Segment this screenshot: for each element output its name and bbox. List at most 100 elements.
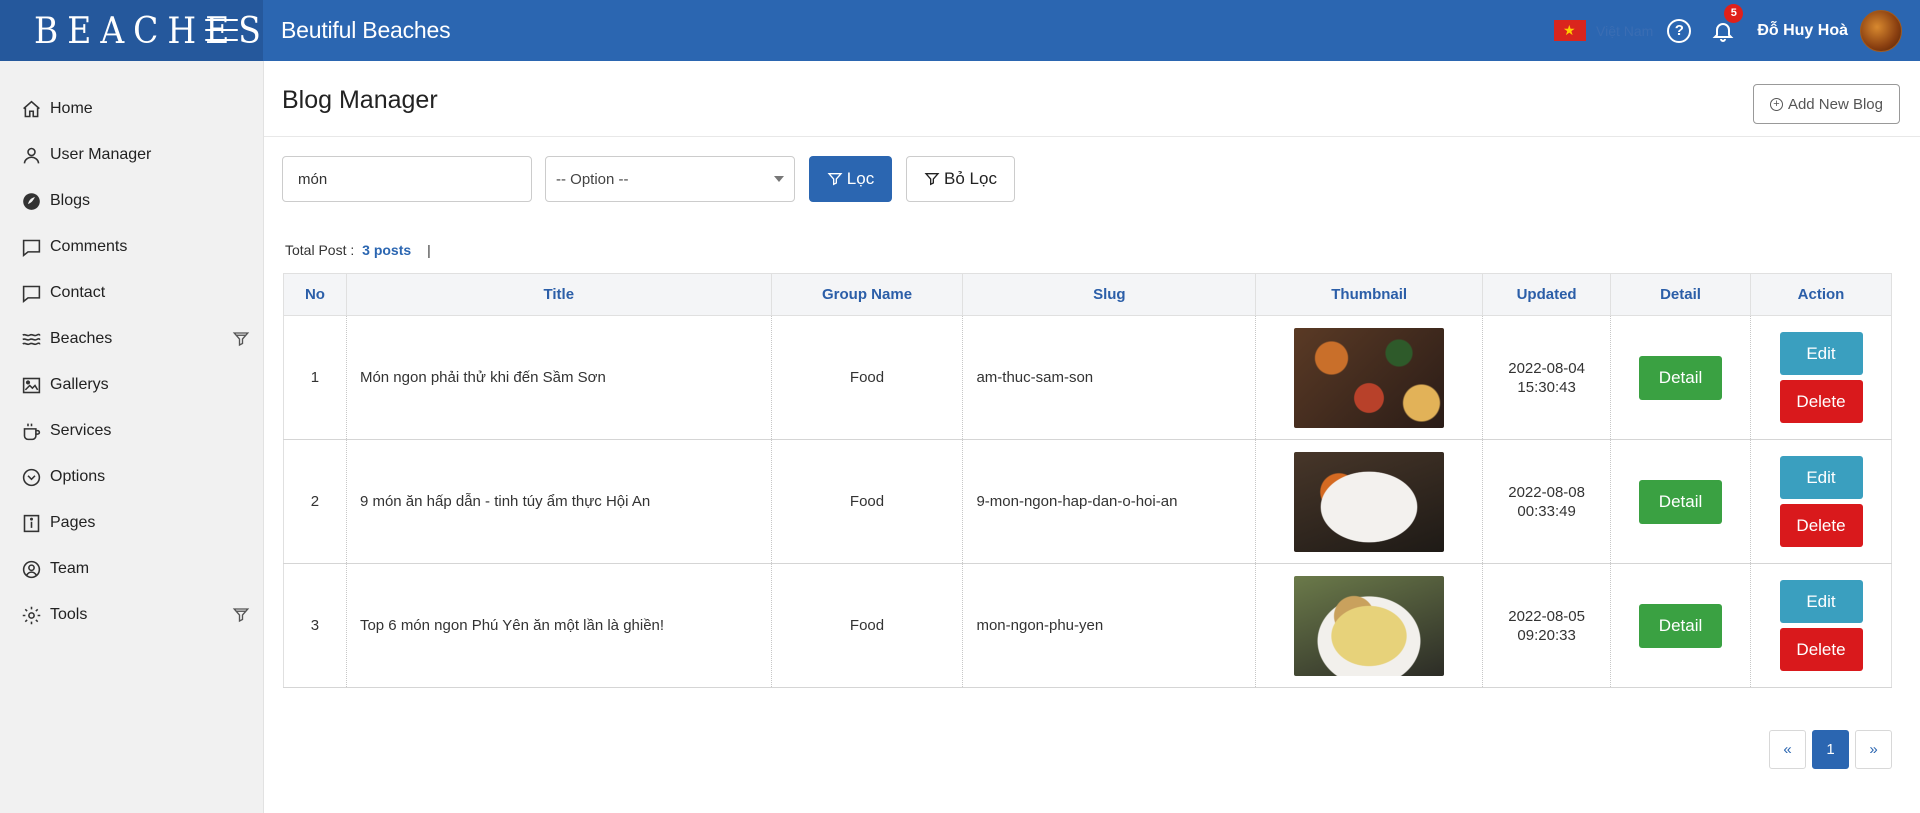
updated-time: 09:20:33 xyxy=(1517,626,1576,644)
clear-filter-button[interactable]: Bỏ Lọc xyxy=(906,156,1015,202)
sidebar-item-label: Options xyxy=(50,468,106,485)
add-new-blog-button[interactable]: + Add New Blog xyxy=(1752,84,1900,124)
top-navbar: BEACHES Beutiful Beaches Việt Nam ? 5 Đỗ… xyxy=(0,0,1920,61)
row-group: Food xyxy=(771,315,964,440)
filter-button[interactable]: Lọc xyxy=(809,156,892,202)
thumbnail-image xyxy=(1294,575,1445,676)
column-header[interactable]: Action xyxy=(1750,273,1892,316)
sidebar-item-tools[interactable]: Tools xyxy=(0,592,263,638)
sidebar-item-label: Services xyxy=(50,422,112,439)
option-select[interactable]: -- Option -- xyxy=(545,156,795,202)
topbar-right: Việt Nam ? 5 Đỗ Huy Hoà xyxy=(1554,0,1920,61)
thumbnail-image xyxy=(1294,327,1445,428)
comment-icon xyxy=(20,236,42,258)
row-title: 9 món ăn hấp dẫn - tinh túy ẩm thực Hội … xyxy=(346,439,772,564)
detail-button[interactable]: Detail xyxy=(1639,355,1723,400)
sidebar-item-pages[interactable]: Pages xyxy=(0,500,263,546)
sidebar-item-contact[interactable]: Contact xyxy=(0,270,263,316)
gear-icon xyxy=(20,604,42,626)
option-select-value: -- Option -- xyxy=(556,170,629,188)
menu-toggle-icon[interactable] xyxy=(205,19,238,41)
search-input[interactable] xyxy=(282,156,532,202)
thumbnail-image xyxy=(1294,451,1445,552)
sidebar-item-label: Comments xyxy=(50,238,128,255)
sidebar-item-blogs[interactable]: Blogs xyxy=(0,178,263,224)
column-header[interactable]: Title xyxy=(345,273,772,316)
delete-button[interactable]: Delete xyxy=(1779,628,1863,671)
sidebar-item-label: Beaches xyxy=(50,330,113,347)
filter-button-label: Lọc xyxy=(846,169,875,188)
image-icon xyxy=(20,374,42,396)
table-header-row: No Title Group Name Slug Thumbnail Updat… xyxy=(283,273,1892,316)
filter-icon xyxy=(827,173,843,186)
sidebar-item-team[interactable]: Team xyxy=(0,546,263,592)
sidebar-item-comments[interactable]: Comments xyxy=(0,224,263,270)
contact-icon xyxy=(20,282,42,304)
user-name[interactable]: Đỗ Huy Hoà xyxy=(1757,22,1848,40)
updated-date: 2022-08-05 xyxy=(1508,607,1585,625)
sidebar-item-gallerys[interactable]: Gallerys xyxy=(0,362,263,408)
sidebar-item-options[interactable]: Options xyxy=(0,454,263,500)
sidebar-item-services[interactable]: Services xyxy=(0,408,263,454)
edit-button[interactable]: Edit xyxy=(1779,580,1863,623)
row-number: 1 xyxy=(283,315,347,440)
home-icon xyxy=(20,98,42,120)
delete-button[interactable]: Delete xyxy=(1779,504,1863,547)
sidebar-item-label: Home xyxy=(50,100,93,117)
column-header[interactable]: Detail xyxy=(1610,273,1751,316)
pagination-page[interactable]: 1 xyxy=(1812,730,1849,769)
user-icon xyxy=(20,144,42,166)
sidebar-item-label: Team xyxy=(50,560,90,577)
total-label: Total Post : xyxy=(285,242,355,258)
table-row: 3 Top 6 món ngon Phú Yên ăn một lần là g… xyxy=(283,563,1892,688)
avatar[interactable] xyxy=(1860,9,1902,52)
row-group: Food xyxy=(771,563,964,688)
chevron-down-icon xyxy=(774,176,784,182)
app-title: Beutiful Beaches xyxy=(281,17,451,43)
main-content: Blog Manager + Add New Blog -- Option --… xyxy=(264,61,1920,813)
sidebar-item-user-manager[interactable]: User Manager xyxy=(0,132,263,178)
add-new-blog-label: Add New Blog xyxy=(1787,95,1883,113)
filter-bar: -- Option -- Lọc Bỏ Lọc xyxy=(282,156,1015,202)
edit-button[interactable]: Edit xyxy=(1779,332,1863,375)
blog-icon xyxy=(20,190,42,212)
sidebar-item-label: Tools xyxy=(50,606,88,623)
sidebar-item-home[interactable]: Home xyxy=(0,86,263,132)
sidebar-item-label: Contact xyxy=(50,284,106,301)
column-header[interactable]: No xyxy=(283,273,347,316)
row-slug: mon-ngon-phu-yen xyxy=(962,563,1257,688)
row-number: 3 xyxy=(283,563,347,688)
row-action-cell: Edit Delete xyxy=(1750,315,1892,440)
pagination-prev[interactable]: « xyxy=(1769,730,1806,769)
row-number: 2 xyxy=(283,439,347,564)
cup-icon xyxy=(20,420,42,442)
page-header: Blog Manager + Add New Blog xyxy=(264,61,1920,137)
filter-icon xyxy=(924,173,940,186)
row-title: Món ngon phải thử khi đến Sầm Sơn xyxy=(346,315,772,440)
detail-button[interactable]: Detail xyxy=(1639,479,1723,524)
row-action-cell: Edit Delete xyxy=(1750,563,1892,688)
blog-table: No Title Group Name Slug Thumbnail Updat… xyxy=(283,273,1892,688)
delete-button[interactable]: Delete xyxy=(1779,380,1863,423)
column-header[interactable]: Group Name xyxy=(770,273,964,316)
chevron-circle-icon xyxy=(20,466,42,488)
help-icon[interactable]: ? xyxy=(1667,18,1692,43)
notification-bell-icon[interactable]: 5 xyxy=(1711,3,1744,44)
column-header[interactable]: Thumbnail xyxy=(1255,273,1484,316)
sidebar-item-label: Pages xyxy=(50,514,96,531)
language-label[interactable]: Việt Nam xyxy=(1596,23,1653,39)
filter-icon[interactable] xyxy=(232,606,250,624)
row-updated: 2022-08-05 09:20:33 xyxy=(1482,563,1612,688)
filter-icon[interactable] xyxy=(232,330,250,348)
column-header[interactable]: Updated xyxy=(1482,273,1612,316)
edit-button[interactable]: Edit xyxy=(1779,456,1863,499)
sidebar: Home User Manager Blogs Comments Contact… xyxy=(0,61,264,813)
column-header[interactable]: Slug xyxy=(962,273,1257,316)
pagination-next[interactable]: » xyxy=(1855,730,1892,769)
detail-button[interactable]: Detail xyxy=(1639,603,1723,648)
row-updated: 2022-08-08 00:33:49 xyxy=(1482,439,1612,564)
sidebar-item-beaches[interactable]: Beaches xyxy=(0,316,263,362)
row-thumbnail-cell xyxy=(1255,439,1484,564)
plus-circle-icon: + xyxy=(1769,97,1783,111)
vietnam-flag-icon[interactable] xyxy=(1554,20,1586,41)
